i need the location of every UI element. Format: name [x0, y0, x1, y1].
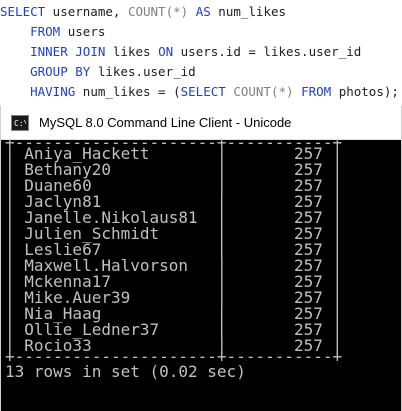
sql-keyword: HAVING: [30, 84, 76, 99]
window-title: MySQL 8.0 Command Line Client - Unicode: [39, 115, 292, 130]
svg-text:C:\: C:\: [14, 119, 26, 128]
table-top-border: +---------------------+-----------+: [5, 135, 401, 151]
result-summary: 13 rows in set (0.02 sec): [5, 362, 246, 381]
separator-text: +---------------------+-----------+: [5, 133, 343, 152]
console-output[interactable]: +---------------------+-----------+ | Ani…: [1, 135, 401, 411]
console-icon: C:\: [11, 114, 29, 131]
sql-text: likes.user_id: [90, 64, 196, 79]
sql-line-5: HAVING num_likes = (SELECT COUNT(*) FROM…: [0, 82, 402, 102]
sql-keyword: FROM: [301, 84, 332, 99]
sql-keyword: AS: [195, 4, 211, 19]
sql-keyword: INNER JOIN: [30, 44, 106, 59]
sql-keyword: SELECT: [0, 4, 46, 19]
console-window[interactable]: C:\ MySQL 8.0 Command Line Client - Unic…: [0, 106, 402, 411]
sql-text: likes: [105, 44, 159, 59]
sql-line-2: FROM users: [0, 22, 402, 42]
sql-function: COUNT(*): [127, 4, 189, 19]
sql-text: num_likes = (: [75, 84, 181, 99]
sql-function: COUNT(*): [233, 84, 294, 99]
separator-text: +---------------------+-----------+: [5, 347, 343, 366]
sql-text: users: [60, 24, 106, 39]
sql-text: num_likes: [210, 4, 287, 19]
sql-keyword: GROUP BY: [30, 64, 91, 79]
sql-text: photos);: [331, 84, 399, 99]
sql-line-4: GROUP BY likes.user_id: [0, 62, 402, 82]
sql-keyword: SELECT: [180, 84, 226, 99]
sql-text: users.id = likes.user_id: [173, 44, 362, 59]
sql-keyword: FROM: [30, 24, 61, 39]
sql-keyword: ON: [158, 44, 174, 59]
sql-line-3: INNER JOIN likes ON users.id = likes.use…: [0, 42, 402, 62]
sql-line-1: SELECT username, COUNT(*) AS num_likes: [0, 2, 402, 22]
sql-editor[interactable]: SELECT username, COUNT(*) AS num_likes F…: [0, 0, 402, 106]
sql-text: username,: [45, 4, 128, 19]
table-bottom-border: +---------------------+-----------+: [5, 349, 401, 365]
